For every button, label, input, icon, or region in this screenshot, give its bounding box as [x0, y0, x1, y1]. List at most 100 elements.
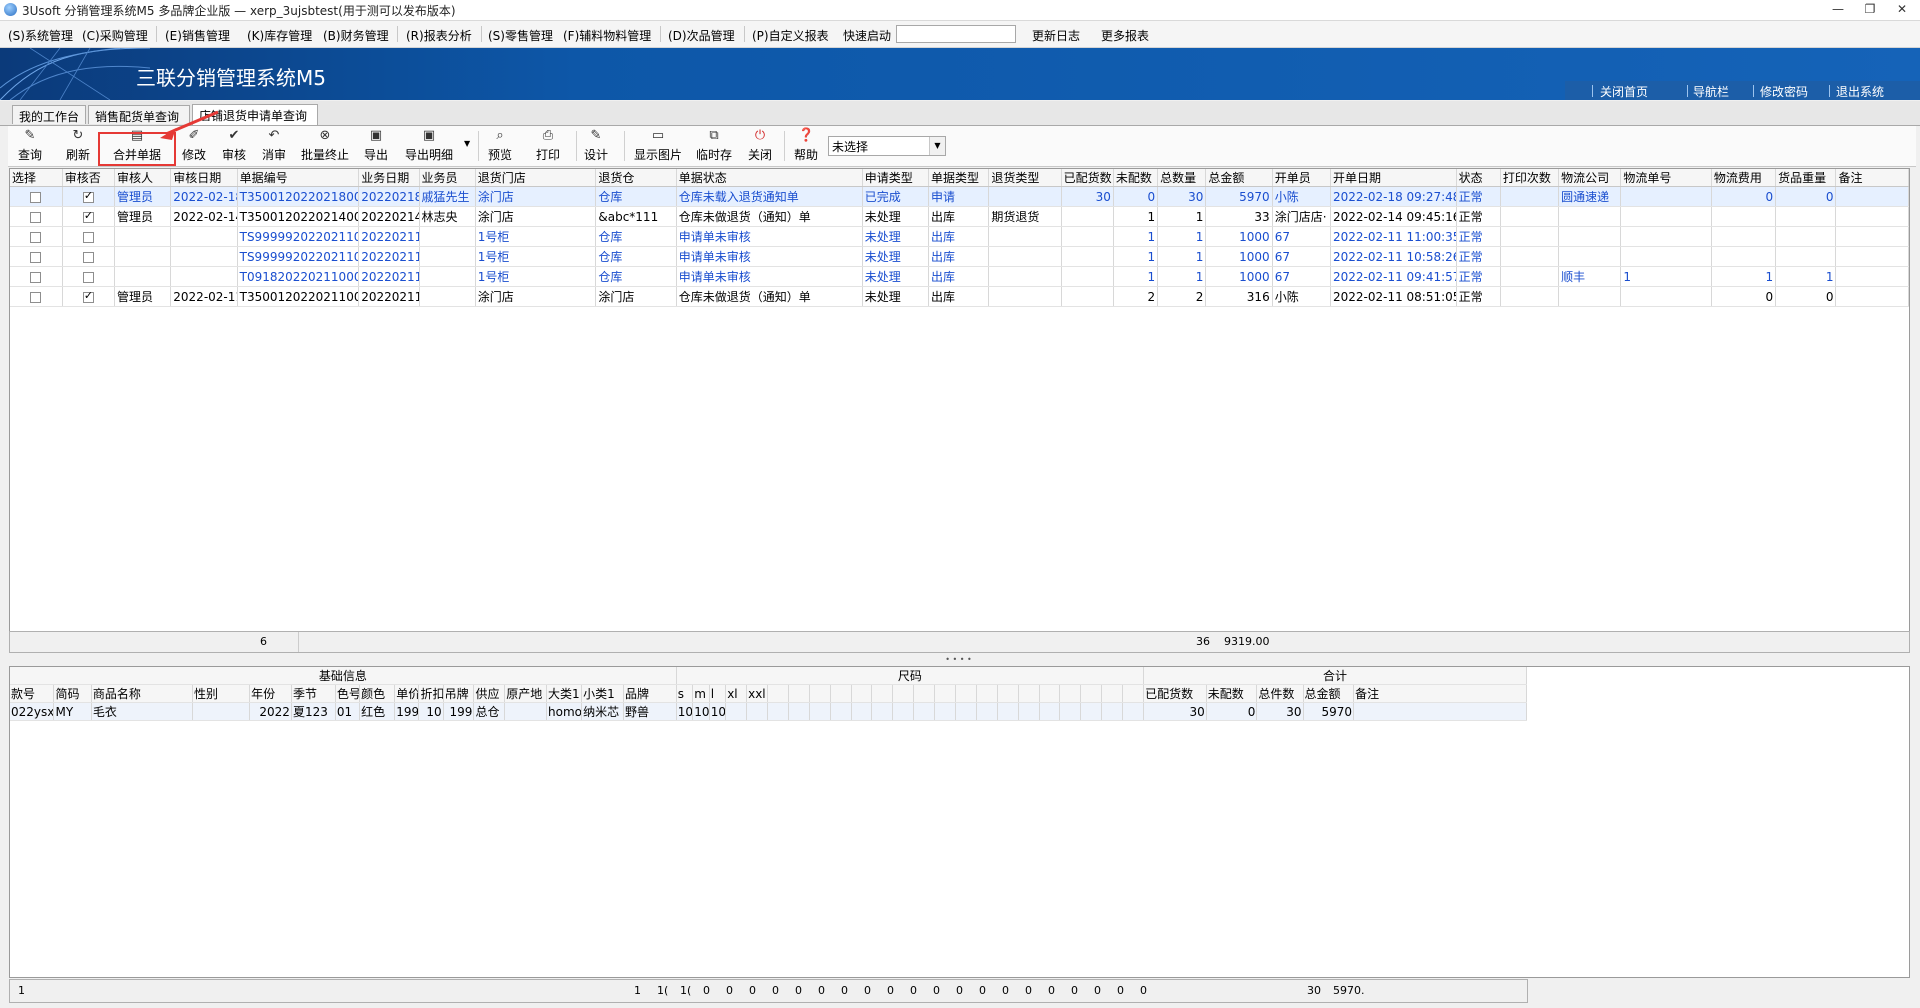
show-image-button[interactable]: ▭ 显示图片	[632, 129, 684, 163]
detail-column-header[interactable]	[809, 684, 831, 703]
detail-column-header[interactable]: s	[676, 684, 694, 703]
export-detail-button[interactable]: ▣ 导出明细	[404, 129, 454, 163]
column-header[interactable]: 打印次数	[1500, 169, 1560, 187]
detail-column-header[interactable]	[788, 684, 810, 703]
export-dropdown-icon[interactable]: ▼	[464, 139, 470, 148]
detail-column-header[interactable]: 色号	[335, 684, 361, 703]
menu-reports[interactable]: (R)报表分析	[406, 27, 472, 44]
select-checkbox[interactable]	[30, 211, 42, 223]
filter-select[interactable]: 未选择 ▼	[828, 136, 946, 156]
detail-column-header[interactable]: 吊牌	[443, 684, 475, 703]
detail-column-header[interactable]: 简码	[53, 684, 92, 703]
column-header[interactable]: 物流费用	[1711, 169, 1777, 187]
export-button[interactable]: ▣ 导出	[362, 129, 390, 163]
detail-column-header[interactable]	[871, 684, 894, 703]
menu-defects[interactable]: (D)次品管理	[668, 27, 735, 44]
chevron-down-icon[interactable]: ▼	[929, 137, 945, 155]
column-header[interactable]: 备注	[1835, 169, 1909, 187]
detail-column-header[interactable]: xxl	[746, 684, 768, 703]
help-button[interactable]: ❓ 帮助	[792, 129, 820, 163]
column-header[interactable]: 退货类型	[988, 169, 1062, 187]
column-header[interactable]: 单据编号	[237, 169, 360, 187]
detail-column-header[interactable]: 商品名称	[91, 684, 194, 703]
changelog-link[interactable]: 更新日志	[1032, 27, 1080, 44]
column-header[interactable]: 总金额	[1205, 169, 1273, 187]
column-header[interactable]: 单据状态	[676, 169, 863, 187]
select-cell[interactable]	[10, 246, 63, 267]
detail-column-header[interactable]: m	[692, 684, 710, 703]
temp-save-button[interactable]: ⧉ 临时存	[694, 129, 734, 163]
column-header[interactable]: 总数量	[1157, 169, 1207, 187]
tab-store-return-query[interactable]: 店铺退货申请单查询	[192, 104, 318, 125]
close-icon[interactable]: ✕	[1891, 2, 1913, 18]
detail-column-header[interactable]: 原产地	[504, 684, 547, 703]
navbar-link[interactable]: 导航栏	[1693, 83, 1729, 100]
table-row[interactable]: TS9999920220211000120220211 1号柜仓库申请单未审核未处…	[10, 246, 1909, 267]
select-cell[interactable]	[10, 266, 63, 287]
menu-materials[interactable]: (F)辅料物料管理	[563, 27, 651, 44]
detail-column-header[interactable]: 单价	[394, 684, 420, 703]
close-home-link[interactable]: 关闭首页	[1600, 83, 1648, 100]
select-cell[interactable]	[10, 206, 63, 227]
column-header[interactable]: 退货门店	[475, 169, 597, 187]
design-button[interactable]: ✎ 设计	[582, 129, 610, 163]
menu-purchase[interactable]: (C)采购管理	[82, 27, 148, 44]
detail-column-header[interactable]: 颜色	[359, 684, 396, 703]
select-cell[interactable]	[10, 186, 63, 207]
select-checkbox[interactable]	[30, 231, 42, 243]
tab-sales-allocation-query[interactable]: 销售配货单查询	[88, 105, 190, 124]
approve-button[interactable]: ✔ 审核	[220, 129, 248, 163]
detail-column-header[interactable]: l	[709, 684, 727, 703]
pane-splitter[interactable]: • • • •	[9, 655, 1908, 664]
detail-column-header[interactable]: 总金额	[1303, 684, 1355, 703]
select-checkbox[interactable]	[30, 271, 42, 283]
table-row[interactable]: 管理员2022-02-14T3500120220214000120220214林…	[10, 206, 1909, 227]
close-button[interactable]: ⏻ 关闭	[746, 129, 774, 163]
menu-inventory[interactable]: (K)库存管理	[247, 27, 312, 44]
column-header[interactable]: 审核日期	[170, 169, 238, 187]
select-cell[interactable]	[10, 286, 63, 307]
menu-sales[interactable]: (E)销售管理	[165, 27, 230, 44]
detail-column-header[interactable]: xl	[725, 684, 748, 703]
table-row[interactable]: TS9999920220211000220220211 1号柜仓库申请单未审核未处…	[10, 226, 1909, 247]
detail-column-header[interactable]	[1039, 684, 1061, 703]
detail-column-header[interactable]	[934, 684, 956, 703]
change-password-link[interactable]: 修改密码	[1760, 83, 1808, 100]
detail-column-header[interactable]	[997, 684, 1019, 703]
column-header[interactable]: 审核否	[62, 169, 116, 187]
detail-column-header[interactable]: 总件数	[1256, 684, 1304, 703]
logout-link[interactable]: 退出系统	[1836, 83, 1884, 100]
unapprove-button[interactable]: ↶ 消审	[260, 129, 288, 163]
detail-column-header[interactable]	[1101, 684, 1124, 703]
print-button[interactable]: ⎙ 打印	[534, 129, 562, 163]
column-header[interactable]: 业务日期	[358, 169, 420, 187]
column-header[interactable]: 物流单号	[1620, 169, 1712, 187]
detail-column-header[interactable]	[851, 684, 873, 703]
detail-column-header[interactable]: 小类1	[581, 684, 624, 703]
detail-column-header[interactable]: 已配货数	[1143, 684, 1207, 703]
edit-button[interactable]: ✐ 修改	[180, 129, 208, 163]
detail-column-header[interactable]: 品牌	[623, 684, 677, 703]
tab-workbench[interactable]: 我的工作台	[12, 105, 86, 124]
restore-icon[interactable]: ❐	[1859, 2, 1881, 18]
detail-column-header[interactable]	[767, 684, 789, 703]
column-header[interactable]: 货品重量	[1775, 169, 1837, 187]
detail-column-header[interactable]: 款号	[10, 684, 55, 703]
detail-table-row[interactable]: 022ysx MY 毛衣 2022 夏123 01 红色 199 10 199 总仓 homo 纳米芯野…	[10, 702, 1527, 721]
column-header[interactable]: 开单员	[1272, 169, 1331, 187]
quick-launch-input[interactable]	[896, 25, 1016, 43]
detail-column-header[interactable]: 大类1	[546, 684, 583, 703]
detail-column-header[interactable]	[1122, 684, 1145, 703]
column-header[interactable]: 业务员	[419, 169, 476, 187]
preview-button[interactable]: ⌕ 预览	[486, 129, 514, 163]
detail-column-header[interactable]	[830, 684, 852, 703]
select-cell[interactable]	[10, 226, 63, 247]
detail-column-header[interactable]	[976, 684, 998, 703]
detail-column-header[interactable]: 供应	[473, 684, 506, 703]
column-header[interactable]: 已配货数	[1061, 169, 1114, 187]
menu-custom-reports[interactable]: (P)自定义报表	[752, 27, 829, 44]
select-checkbox[interactable]	[30, 251, 42, 263]
select-checkbox[interactable]	[30, 191, 42, 203]
batch-terminate-button[interactable]: ⊗ 批量终止	[300, 129, 350, 163]
minimize-icon[interactable]: —	[1827, 2, 1849, 18]
